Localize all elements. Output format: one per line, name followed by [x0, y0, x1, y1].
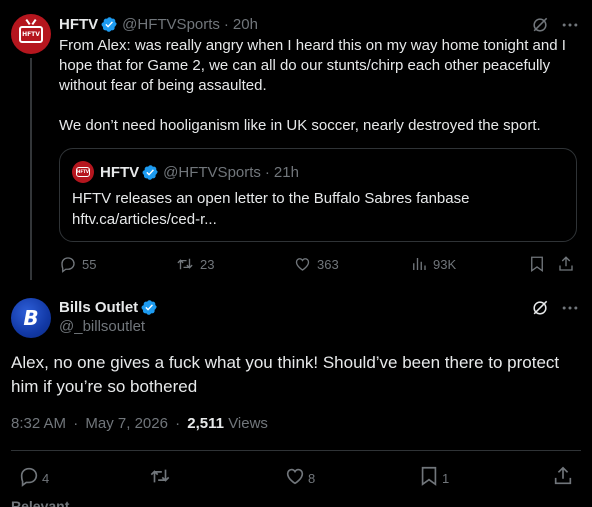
bills-outlet-avatar[interactable]: B	[11, 298, 51, 338]
quoted-link-text: hftv.ca/articles/ced-r...	[72, 211, 217, 228]
main-tweet: B Bills Outlet @_billsoutlet Alex, no on…	[0, 290, 592, 507]
tweet-meta: 8:32 AM · May 7, 2026 · 2,511 Views	[11, 415, 268, 432]
verified-badge-icon	[101, 16, 117, 32]
reply-icon	[20, 467, 38, 487]
share-button[interactable]	[552, 465, 574, 487]
tweet-text: Alex, no one gives a fuck what you think…	[11, 353, 560, 396]
verified-badge-icon	[141, 299, 157, 315]
dot-separator: ·	[73, 415, 79, 432]
views-icon	[413, 258, 426, 270]
like-count: 363	[317, 256, 339, 272]
dot-separator: ·	[223, 15, 229, 33]
bookmark-button[interactable]: 1	[418, 465, 449, 487]
divider	[11, 450, 581, 451]
views-count: 2,511	[187, 415, 225, 432]
like-button[interactable]: 363	[293, 255, 339, 273]
repost-button[interactable]: 23	[175, 255, 214, 273]
like-button[interactable]: 8	[284, 465, 315, 487]
thread-connector-line	[30, 58, 32, 280]
quoted-tweet-text: HFTV releases an open letter to the Buff…	[72, 188, 566, 230]
parent-tweet-header: HFTV @HFTVSports · 20h	[59, 14, 258, 34]
repost-button[interactable]	[148, 465, 177, 487]
quoted-tweet-header: HFTV @HFTVSports · 21h	[100, 162, 299, 182]
bookmark-button[interactable]	[528, 255, 546, 273]
share-icon	[559, 256, 573, 271]
bookmark-count: 1	[442, 470, 450, 486]
more-icon[interactable]	[560, 298, 580, 318]
reply-button[interactable]: 4	[18, 465, 49, 487]
hftv-avatar[interactable]: HFTV	[11, 14, 51, 54]
like-icon	[295, 258, 310, 271]
tv-logo-icon: HFTV	[19, 18, 43, 44]
dot-separator: ·	[264, 163, 270, 181]
author-name[interactable]: Bills Outlet	[59, 299, 138, 316]
quoted-tweet-time: 21h	[273, 163, 299, 181]
views-count: 93K	[433, 256, 457, 272]
author-handle[interactable]: @_billsoutlet	[59, 318, 145, 335]
share-button[interactable]	[557, 255, 575, 273]
quoted-author-handle: @HFTVSports	[163, 163, 261, 181]
avatar-letter: B	[23, 306, 39, 330]
reply-button[interactable]: 55	[59, 255, 96, 273]
reply-count: 4	[42, 470, 50, 486]
repost-icon	[150, 469, 170, 483]
more-icon[interactable]	[560, 15, 580, 35]
reply-icon	[61, 257, 75, 273]
quoted-author-name: HFTV	[100, 163, 140, 181]
tweet-thread: HFTV HFTV @HFTVSports · 20h From Alex: w…	[0, 0, 592, 507]
tweet-date[interactable]: May 7, 2026	[85, 415, 168, 432]
verified-badge-icon	[142, 164, 158, 180]
views-button[interactable]: 93K	[410, 255, 456, 273]
tweet-time[interactable]: 8:32 AM	[11, 415, 66, 432]
views-label: Views	[228, 415, 268, 432]
share-icon	[554, 466, 572, 485]
quoted-text-line: HFTV releases an open letter to the Buff…	[72, 190, 470, 207]
grok-icon[interactable]	[530, 298, 550, 318]
bookmark-icon	[421, 466, 437, 486]
bookmark-icon	[531, 256, 543, 273]
quoted-tweet[interactable]: HFTV HFTV @HFTVSports · 21h HFTV release…	[59, 148, 577, 242]
tweet-text: From Alex: was really angry when I heard…	[59, 36, 579, 136]
author-handle[interactable]: @HFTVSports	[122, 16, 220, 33]
tv-logo-icon: HFTV	[76, 166, 90, 178]
hftv-avatar-small: HFTV	[72, 161, 94, 183]
dot-separator: ·	[175, 415, 181, 432]
tweet-paragraph: From Alex: was really angry when I heard…	[59, 37, 566, 94]
tweet-time[interactable]: 20h	[233, 16, 258, 33]
like-count: 8	[308, 470, 316, 486]
section-label-relevant: Relevant	[11, 498, 70, 507]
reply-count: 55	[82, 256, 97, 272]
like-icon	[286, 468, 304, 485]
repost-icon	[177, 258, 193, 270]
grok-icon[interactable]	[530, 15, 550, 35]
parent-tweet[interactable]: HFTV HFTV @HFTVSports · 20h From Alex: w…	[0, 0, 592, 290]
author-name[interactable]: HFTV	[59, 16, 98, 33]
main-tweet-name-row: Bills Outlet	[59, 297, 162, 317]
tweet-paragraph: We don’t need hooliganism like in UK soc…	[59, 117, 541, 134]
repost-count: 23	[200, 256, 215, 272]
